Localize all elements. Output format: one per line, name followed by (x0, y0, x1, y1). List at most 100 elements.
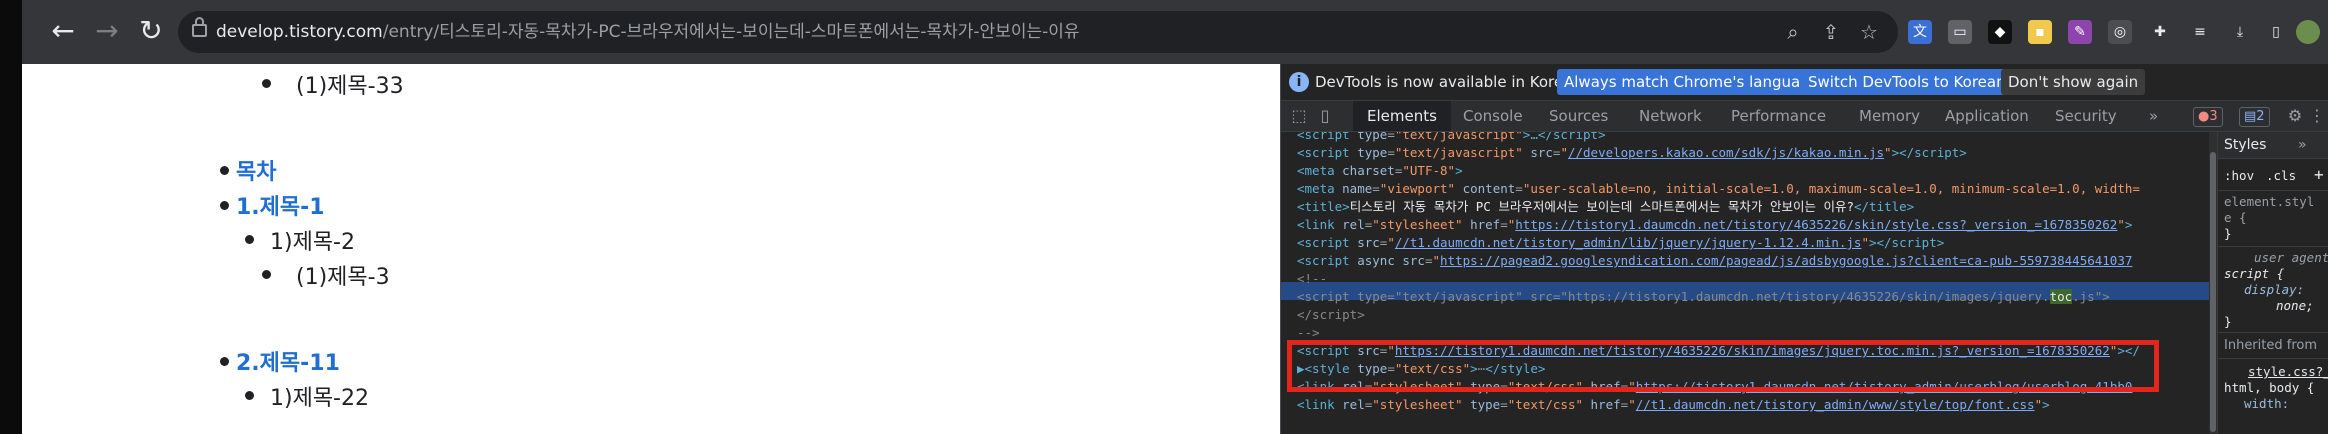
bookmark-star-icon[interactable]: ☆ (1856, 19, 1882, 45)
more-options-icon[interactable]: ⋮ (2307, 106, 2327, 126)
dom-line[interactable]: <script type="text/javascript" src="//de… (1297, 144, 1967, 162)
extension-shield-icon[interactable]: ◆ (1988, 20, 2012, 44)
tab-sources[interactable]: Sources (1549, 101, 1608, 131)
back-icon[interactable]: ← (46, 14, 80, 48)
always-match-language-button[interactable]: Always match Chrome's language (1557, 69, 1826, 95)
infobar-message: DevTools is now available in Korean! (1315, 73, 1588, 91)
script-close: } (2224, 314, 2232, 329)
cls-toggle[interactable]: .cls (2266, 168, 2296, 183)
tab-performance[interactable]: Performance (1731, 101, 1826, 131)
share-icon[interactable]: ⇪ (1818, 19, 1844, 45)
bullet (245, 235, 254, 244)
message-count: 2 (2256, 109, 2265, 124)
html-body-selector: html, body { (2224, 380, 2315, 395)
width-property: width: (2244, 396, 2290, 411)
extension-pen-icon[interactable]: ✎ (2068, 20, 2092, 44)
bullet (220, 166, 229, 175)
styles-pane: Styles » :hov .cls + element.styl e { } … (2217, 132, 2328, 434)
side-panel-icon[interactable]: ▯ (2264, 20, 2288, 44)
toc-item-level2[interactable]: 1)제목-22 (270, 380, 369, 412)
toc-item-level1[interactable]: 2.제목-11 (236, 345, 340, 377)
display-property: display: (2244, 282, 2305, 297)
message-count-badge[interactable]: ▤2 (2239, 107, 2270, 127)
dom-line[interactable]: <meta name="viewport" content="user-scal… (1297, 180, 2140, 198)
device-toolbar-icon[interactable]: ▯ (1315, 106, 1335, 126)
dom-line[interactable]: <!-- (1297, 270, 1327, 288)
bullet (262, 270, 271, 279)
devtools-tabbar: ⬚ ▯ Elements Console Sources Network Per… (1281, 101, 2328, 132)
extensions-puzzle-icon[interactable]: ✚ (2148, 20, 2172, 44)
tab-elements[interactable]: Elements (1353, 101, 1451, 131)
tab-security[interactable]: Security (2055, 101, 2117, 131)
forward-icon[interactable]: → (90, 14, 124, 48)
bullet (262, 79, 271, 88)
bullet (220, 201, 229, 210)
divider (2218, 358, 2328, 359)
elements-dom-tree[interactable]: <script type="text/javascript">…</script… (1281, 132, 2209, 434)
inherited-from-label: Inherited from (2224, 338, 2317, 353)
info-icon: i (1289, 72, 1309, 92)
error-count: 3 (2209, 109, 2218, 124)
switch-to-korean-button[interactable]: Switch DevTools to Korean (1801, 69, 2013, 95)
profile-avatar[interactable] (2296, 20, 2320, 44)
tab-memory[interactable]: Memory (1859, 101, 1920, 131)
error-count-badge[interactable]: ●3 (2193, 107, 2223, 127)
dom-line[interactable]: <script src="//t1.daumcdn.net/tistory_ad… (1297, 234, 1944, 252)
dom-line[interactable]: <title>티스토리 자동 목차가 PC 브라우저에서는 보이는데 스마트폰에… (1297, 198, 1914, 216)
browser-toolbar: ← → ↻ develop.tistory.com/entry/티스토리-자동-… (22, 0, 2328, 64)
tab-network[interactable]: Network (1639, 101, 1702, 131)
tab-console[interactable]: Console (1463, 101, 1523, 131)
element-style-brace: e { (2224, 210, 2247, 225)
url-text[interactable]: develop.tistory.com/entry/티스토리-자동-목차가-PC… (216, 11, 1080, 53)
web-page-content: (1)제목-33 목차 1.제목-1 1)제목-2 (1)제목-3 2.제목-1… (22, 64, 1280, 434)
styles-tabbar: Styles » (2218, 132, 2328, 159)
extension-eye-off-icon[interactable]: ◎ (2108, 20, 2132, 44)
url-host: develop.tistory.com (216, 22, 383, 42)
divider (2218, 190, 2328, 191)
dom-line[interactable]: <script type="text/javascript" src="http… (1297, 288, 2110, 306)
toc-item-level3[interactable]: (1)제목-3 (296, 259, 390, 291)
toc-item-level3[interactable]: (1)제목-33 (296, 68, 404, 100)
extension-note-icon[interactable]: ▪ (2028, 20, 2052, 44)
download-icon[interactable]: ⤓ (2228, 20, 2252, 44)
element-style-close: } (2224, 226, 2232, 241)
devtools-panel: i DevTools is now available in Korean! A… (1280, 64, 2328, 434)
dom-line[interactable]: <meta charset="UTF-8"> (1297, 162, 1463, 180)
dont-show-again-button[interactable]: Don't show again (2001, 69, 2146, 95)
toc-item-level2[interactable]: 1)제목-2 (270, 224, 355, 256)
toc-heading[interactable]: 목차 (236, 154, 276, 186)
dom-line[interactable]: </script> (1297, 306, 1365, 324)
dom-line[interactable]: <link rel="stylesheet" href="https://tis… (1297, 216, 2132, 234)
dom-line[interactable]: <link rel="stylesheet" type="text/css" h… (1297, 396, 2050, 414)
hov-toggle[interactable]: :hov (2224, 168, 2254, 183)
zoom-icon[interactable]: ⌕ (1780, 19, 1806, 45)
tab-application[interactable]: Application (1945, 101, 2029, 131)
annotation-highlight-box (1287, 340, 2159, 392)
settings-gear-icon[interactable]: ⚙ (2285, 106, 2305, 126)
address-bar[interactable]: develop.tistory.com/entry/티스토리-자동-목차가-PC… (178, 11, 1898, 53)
divider (2218, 246, 2328, 247)
more-tabs-button[interactable]: » (2149, 101, 2158, 131)
styles-more-tabs[interactable]: » (2298, 137, 2307, 153)
inspect-element-icon[interactable]: ⬚ (1289, 106, 1309, 126)
error-icon: ● (2198, 109, 2210, 124)
reload-icon[interactable]: ↻ (134, 14, 168, 48)
add-rule-button[interactable]: + (2314, 165, 2324, 184)
dom-line[interactable]: <script type="text/javascript">…</script… (1297, 132, 1606, 144)
bullet (220, 357, 229, 366)
toc-item-level1[interactable]: 1.제목-1 (236, 189, 325, 221)
dom-line[interactable]: <script async src="https://pagead2.googl… (1297, 252, 2132, 270)
dom-tree-scrollbar[interactable] (2209, 132, 2217, 434)
stylesheet-link[interactable]: style.css?_ (2248, 364, 2328, 379)
left-edge (0, 0, 22, 434)
extension-translate-icon[interactable]: 文 (1908, 20, 1932, 44)
tab-styles[interactable]: Styles (2224, 137, 2266, 153)
element-style-selector: element.styl (2224, 194, 2315, 209)
devtools-language-infobar: i DevTools is now available in Korean! A… (1281, 64, 2328, 101)
extension-window-icon[interactable]: ▭ (1948, 20, 1972, 44)
scrollbar-thumb[interactable] (2210, 152, 2216, 432)
reading-list-icon[interactable]: ≡ (2188, 20, 2212, 44)
bullet (245, 391, 254, 400)
script-selector: script { (2224, 266, 2285, 281)
message-icon: ▤ (2244, 109, 2257, 124)
